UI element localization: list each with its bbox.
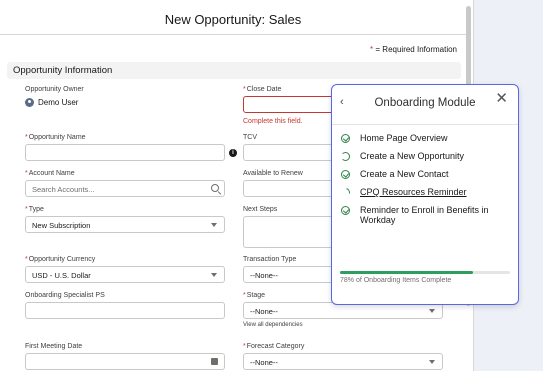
onboarding-item-label: Create a New Opportunity [360,151,465,161]
account-name-label: *Account Name [25,170,75,177]
currency-label: *Opportunity Currency [25,256,96,263]
owner-label: Opportunity Owner [25,86,84,93]
stage-label: *Stage [243,292,266,299]
progress-ring-icon [341,152,350,161]
type-label: *Type [25,206,44,213]
onboarding-item[interactable]: Home Page Overview [341,133,513,143]
close-date-label: *Close Date [243,86,282,93]
user-avatar-icon [25,98,34,107]
required-info-note: * = Required Information [370,45,457,54]
onboarding-item[interactable]: CPQ Resources Reminder [339,186,513,199]
check-circle-icon [341,134,350,143]
onboarding-title: Onboarding Module [374,97,476,109]
onboarding-item-list: Home Page Overview Create a New Opportuni… [339,133,513,233]
chevron-down-icon [429,360,435,364]
onboarding-item-label: Create a New Contact [360,169,449,179]
onboarding-item[interactable]: Create a New Contact [341,169,513,179]
check-circle-icon [341,206,350,215]
available-to-renew-label: Available to Renew [243,170,303,177]
type-select[interactable]: New Subscription [25,216,225,233]
owner-value: Demo User [25,98,78,107]
opportunity-name-label: *Opportunity Name [25,134,86,141]
onboarding-item-label: Reminder to Enroll in Benefits in Workda… [360,205,489,225]
divider [0,34,466,35]
dialog-title: New Opportunity: Sales [164,12,302,27]
progress-ring-icon [339,186,352,199]
close-date-error: Complete this field. [243,118,303,125]
currency-select[interactable]: USD - U.S. Dollar [25,266,225,283]
onboarding-progress-text: 78% of Onboarding Items Complete [340,277,452,284]
close-icon[interactable]: ✕ [495,89,508,107]
chevron-down-icon [211,223,217,227]
progress-fill [340,271,473,274]
view-dependencies-link[interactable]: View all dependencies [243,322,303,328]
onboarding-item-label: CPQ Resources Reminder [360,187,467,197]
chevron-down-icon [429,309,435,313]
tcv-label: TCV [243,134,257,141]
forecast-category-label: *Forecast Category [243,343,305,350]
onboarding-item[interactable]: Create a New Opportunity [341,151,513,161]
owner-name: Demo User [38,98,79,107]
specialist-input[interactable] [25,302,225,319]
chevron-down-icon [211,273,217,277]
account-search-input[interactable]: Search Accounts... [25,180,225,197]
calendar-icon [211,358,218,365]
onboarding-item[interactable]: Reminder to Enroll in Benefits in Workda… [341,205,513,225]
onboarding-item-label: Home Page Overview [360,133,448,143]
check-circle-icon [341,170,350,179]
first-meeting-date-input[interactable] [25,353,225,370]
transaction-type-label: Transaction Type [243,256,297,263]
first-meeting-label: First Meeting Date [25,343,83,350]
info-icon[interactable]: i [229,149,237,157]
search-icon [211,184,219,192]
opportunity-name-input[interactable] [25,144,225,161]
divider [332,124,518,125]
specialist-label: Onboarding Specialist PS [25,292,105,299]
onboarding-module-panel: ‹ Onboarding Module ✕ Home Page Overview… [331,84,519,305]
onboarding-progress-bar [340,271,510,274]
section-header-opportunity-information[interactable]: Opportunity Information [7,62,461,79]
next-steps-label: Next Steps [243,206,278,213]
forecast-category-select[interactable]: --None-- [243,353,443,370]
